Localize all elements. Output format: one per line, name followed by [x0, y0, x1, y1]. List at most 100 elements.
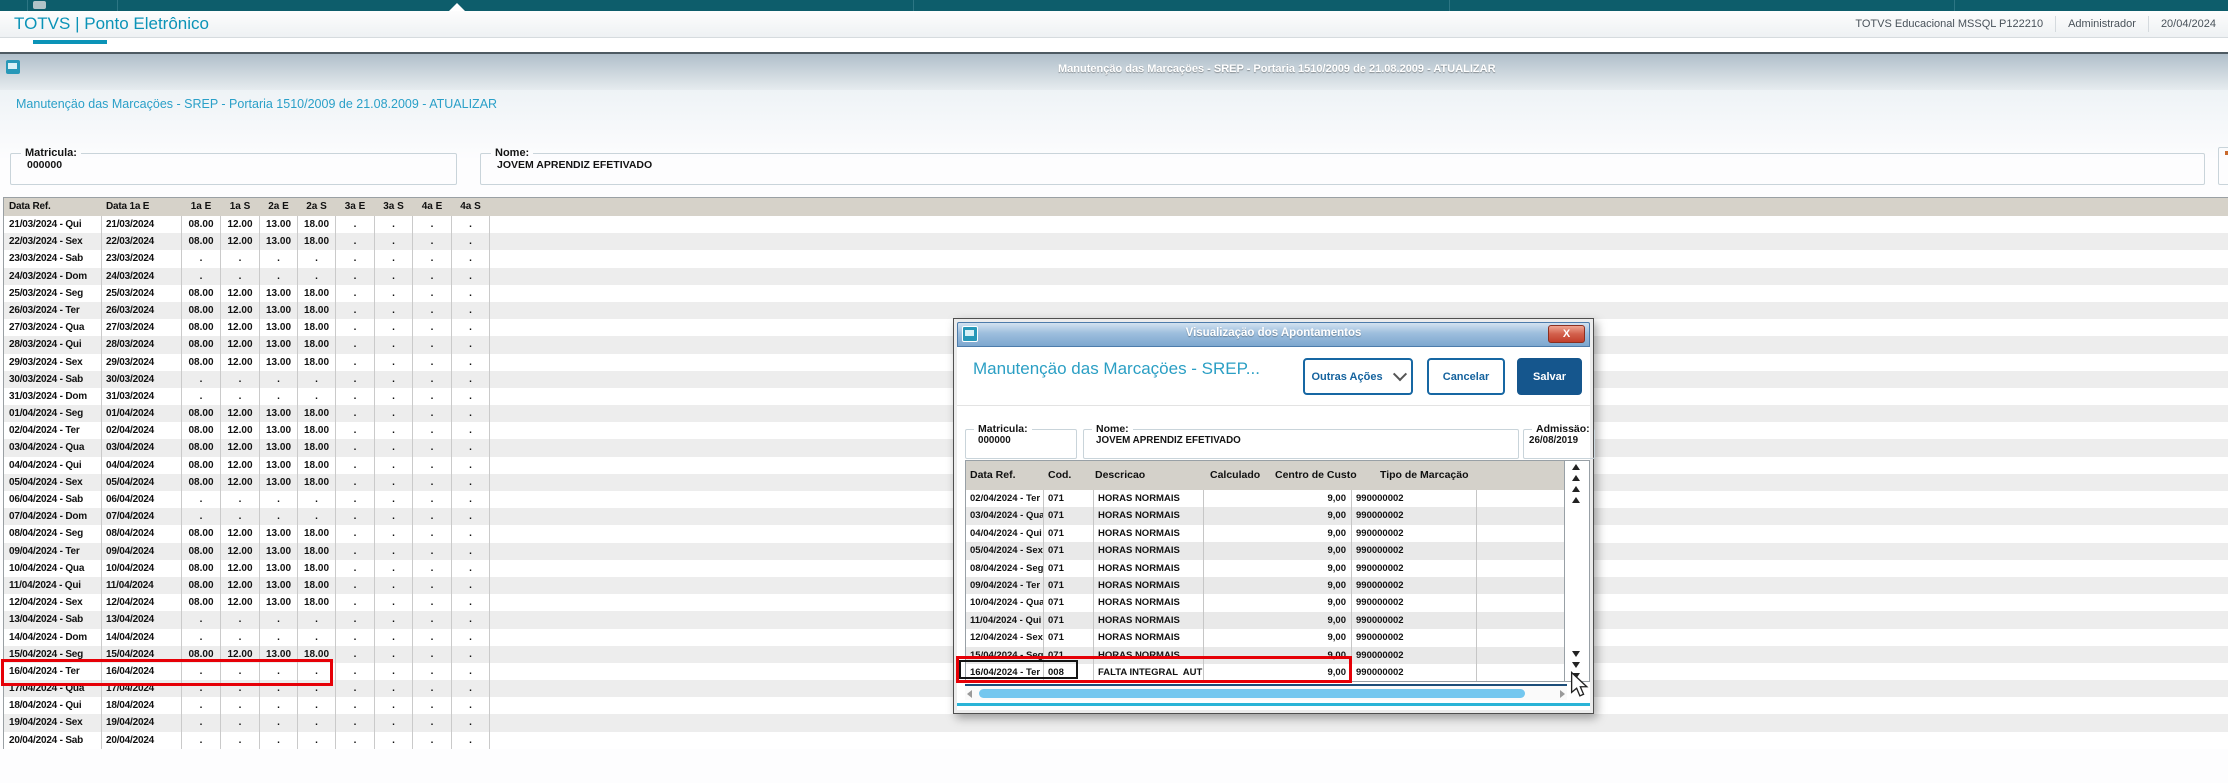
table-row-cell: . — [375, 594, 413, 612]
close-button[interactable]: X — [1548, 325, 1585, 343]
modal-table-row[interactable]: 05/04/2024 - Sex 071 HORAS NORMAIS 9,00 9900… — [966, 542, 1564, 560]
matricula-field[interactable]: 000000 — [27, 159, 456, 171]
table-row-cell: 13.00 — [260, 594, 298, 612]
outras-acoes-button[interactable]: Outras Ações — [1303, 358, 1413, 395]
modal-table-row[interactable]: 08/04/2024 - Seg 071 HORAS NORMAIS 9,00 9900… — [966, 559, 1564, 577]
cancelar-button[interactable]: Cancelar — [1427, 358, 1505, 395]
table-row-cell: . — [413, 473, 452, 491]
modal-table-row[interactable]: 02/04/2024 - Ter 071 HORAS NORMAIS 9,00 9900… — [966, 490, 1564, 508]
table-row-cell: 31/03/2024 — [102, 387, 182, 406]
nome-fieldset: Nome: JOVEM APRENDIZ EFETIVADO — [480, 147, 2205, 185]
table-row-cell: . — [375, 405, 413, 423]
modal-table-row-cell: 9,00 — [1204, 542, 1352, 560]
modal-table-row[interactable]: 03/04/2024 - Qua 071 HORAS NORMAIS 9,00 9900… — [966, 507, 1564, 525]
table-row-cell: 28/03/2024 - Qui — [4, 336, 102, 354]
table-row[interactable]: 20/04/2024 - Sab 20/04/2024........ — [4, 731, 2228, 749]
filler-cell — [490, 302, 2228, 319]
current-date[interactable]: 20/04/2024 — [2147, 16, 2228, 32]
modal-table-row-cell: 02/04/2024 - Ter — [966, 490, 1044, 508]
table-row-cell: 08/04/2024 — [102, 525, 182, 543]
table-row-cell: . — [413, 456, 452, 474]
table-row-cell: . — [452, 611, 490, 629]
table-row-cell: 19/04/2024 - Sex — [4, 714, 102, 732]
modal-table-row[interactable]: 10/04/2024 - Qua 071 HORAS NORMAIS 9,00 9900… — [966, 594, 1564, 612]
user-menu[interactable]: Administrador — [2055, 16, 2148, 32]
filler-cell — [490, 268, 2228, 285]
divider — [913, 0, 914, 11]
modal-table-row[interactable]: 12/04/2024 - Sex 071 HORAS NORMAIS 9,00 9900… — [966, 629, 1564, 647]
screen: TOTVS | Ponto Eletrônico TOTVS Educacion… — [0, 0, 2228, 783]
table-row-cell: . — [413, 422, 452, 440]
table-row[interactable]: 22/03/2024 - Sex 22/03/2024 08.00 12.00 13.0… — [4, 233, 2228, 251]
modal-table-row-cell: 990000002 — [1352, 524, 1477, 543]
focused-cell-border — [959, 660, 1078, 679]
table-row-cell: . — [413, 714, 452, 732]
salvar-button[interactable]: Salvar — [1517, 358, 1582, 395]
table-row-cell: . — [413, 336, 452, 354]
table-row-cell: 18.00 — [298, 473, 336, 491]
table-row[interactable]: 19/04/2024 - Sex 19/04/2024........ — [4, 714, 2228, 732]
table-row-cell: . — [375, 525, 413, 543]
table-row-cell: . — [375, 301, 413, 320]
table-row-cell: 11/04/2024 - Qui — [4, 576, 102, 595]
admissao-field[interactable]: 26/08/2019 — [1529, 435, 1594, 446]
table-row-cell: 19/04/2024 — [102, 714, 182, 732]
scroll-up-icon[interactable] — [1572, 463, 1580, 470]
table-row-cell: 08.00 — [182, 456, 221, 474]
modal-v-scrollbar[interactable] — [1564, 461, 1587, 682]
table-row-cell: 26/03/2024 — [102, 301, 182, 320]
environment-label[interactable]: TOTVS Educacional MSSQL P122210 — [1843, 16, 2055, 32]
scroll-down-icon[interactable] — [1572, 650, 1580, 657]
table-row-cell: . — [182, 697, 221, 715]
modal-table-row-cell: HORAS NORMAIS — [1094, 507, 1204, 525]
modal-table-row[interactable]: 09/04/2024 - Ter 071 HORAS NORMAIS 9,00 9900… — [966, 576, 1564, 595]
table-row-cell: . — [336, 250, 375, 268]
table-row[interactable]: 21/03/2024 - Qui 21/03/2024 08.00 12.00 13.0… — [4, 216, 2228, 234]
matricula-field[interactable]: 000000 — [978, 435, 1076, 446]
scroll-up-icon[interactable] — [1572, 496, 1580, 503]
table-row-cell: 27/03/2024 - Qua — [4, 319, 102, 337]
table-row-cell: . — [452, 525, 490, 543]
selected-tab-underline — [33, 40, 107, 44]
modal-table-row-cell: 071 — [1044, 490, 1094, 508]
modal-table-row-cell: 990000002 — [1352, 611, 1477, 630]
scrollbar-thumb[interactable] — [979, 689, 1525, 698]
scroll-left-icon[interactable] — [967, 690, 972, 698]
modal-table-row-cell: HORAS NORMAIS — [1094, 559, 1204, 577]
scroll-up-icon[interactable] — [1572, 485, 1580, 492]
window-icon[interactable] — [6, 60, 20, 74]
table-row-cell: . — [452, 697, 490, 715]
modal-table-row-cell — [1477, 664, 1564, 681]
menu-tab-icon[interactable] — [33, 1, 46, 9]
scroll-right-icon[interactable] — [1560, 690, 1565, 698]
modal-table-header-cell: Data Ref. — [970, 469, 1016, 481]
table-row-cell: 06/04/2024 - Sab — [4, 491, 102, 509]
table-row-cell: . — [375, 370, 413, 388]
table-row-cell: . — [182, 714, 221, 732]
table-row-cell: . — [298, 628, 336, 646]
modal-table-row[interactable]: 11/04/2024 - Qui 071 HORAS NORMAIS 9,00 9900… — [966, 611, 1564, 630]
table-row-cell: . — [413, 662, 452, 681]
table-row-cell: . — [452, 508, 490, 526]
modal-matricula-fieldset: Matricula: 000000 — [965, 423, 1077, 459]
modal-table-row[interactable]: 04/04/2024 - Qui 071 HORAS NORMAIS 9,00 9900… — [966, 524, 1564, 543]
modal-h-scrollbar[interactable] — [965, 684, 1567, 700]
table-row[interactable]: 25/03/2024 - Seg 25/03/2024 08.00 12.00 13.0… — [4, 284, 2228, 302]
modal-table-row-cell: HORAS NORMAIS — [1094, 594, 1204, 612]
modal-table-row-cell — [1477, 594, 1564, 611]
nome-field[interactable]: JOVEM APRENDIZ EFETIVADO — [497, 159, 2204, 171]
modal-table-row-cell: 10/04/2024 - Qua — [966, 594, 1044, 612]
table-row[interactable]: 26/03/2024 - Ter 26/03/2024 08.00 12.00 13.0… — [4, 301, 2228, 320]
table-row-cell: . — [221, 628, 260, 646]
table-row-cell: . — [413, 405, 452, 423]
modal-titlebar[interactable]: Visualizaçäo dos Apontamentos X — [957, 322, 1590, 347]
table-row-cell: 10/04/2024 — [102, 559, 182, 577]
table-row-cell: 07/04/2024 — [102, 508, 182, 526]
scroll-up-icon[interactable] — [1572, 474, 1580, 481]
table-row[interactable]: 23/03/2024 - Sab 23/03/2024........ — [4, 250, 2228, 268]
table-row[interactable]: 24/03/2024 - Dom 24/03/2024........ — [4, 267, 2228, 285]
table-row-cell: . — [452, 353, 490, 371]
table-row-cell: 08.00 — [182, 405, 221, 423]
scroll-down-icon[interactable] — [1572, 661, 1580, 668]
nome-field[interactable]: JOVEM APRENDIZ EFETIVADO — [1096, 435, 1518, 446]
